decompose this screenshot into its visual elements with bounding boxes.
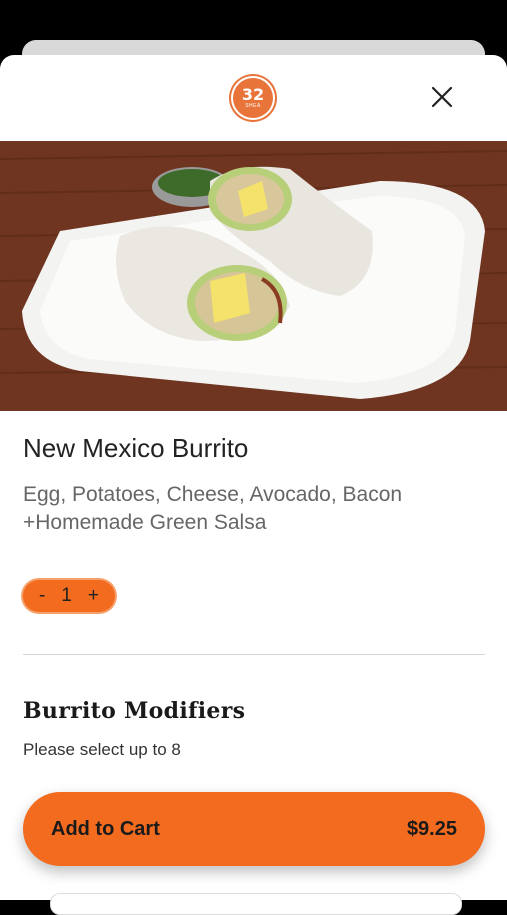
product-title: New Mexico Burrito <box>23 433 249 463</box>
modifiers-title: Burrito Modifiers <box>23 698 246 724</box>
brand-logo: 32 SHEA <box>229 74 277 122</box>
quantity-value: 1 <box>61 585 72 606</box>
item-modal: 32 SHEA New Mexico Burrito Egg, Potatoes… <box>0 55 507 900</box>
close-icon[interactable] <box>428 83 456 111</box>
logo-badge: 32 SHEA <box>233 78 273 118</box>
add-to-cart-button[interactable]: Add to Cart $9.25 <box>23 792 485 866</box>
decrease-button[interactable]: - <box>39 585 45 607</box>
divider <box>23 654 485 655</box>
logo-subtext: SHEA <box>245 103 261 109</box>
logo-number: 32 <box>241 85 265 104</box>
product-image <box>0 141 507 411</box>
add-to-cart-label: Add to Cart <box>51 817 160 840</box>
modifier-option-peek <box>50 893 462 915</box>
product-description: Egg, Potatoes, Cheese, Avocado, Bacon +H… <box>23 483 403 534</box>
modal-header: 32 SHEA <box>0 55 507 141</box>
cart-price: $9.25 <box>406 817 457 840</box>
modifiers-subtitle: Please select up to 8 <box>23 740 181 759</box>
quantity-stepper: - 1 + <box>23 580 115 612</box>
increase-button[interactable]: + <box>88 585 99 607</box>
